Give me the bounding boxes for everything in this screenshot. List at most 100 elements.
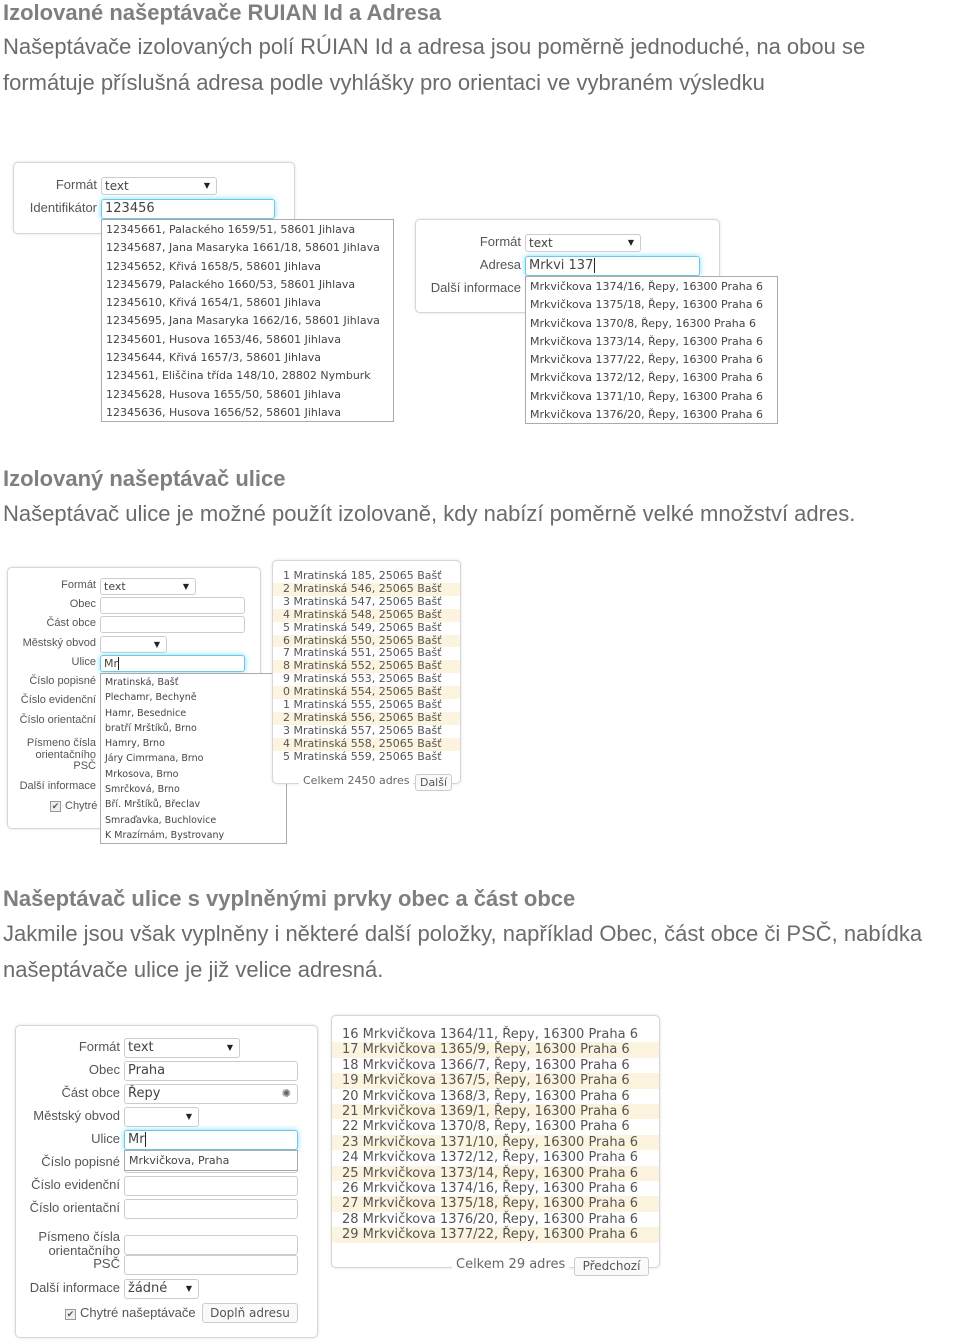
result-row[interactable]: 26 Mrkvičkova 1374/16, Řepy, 16300 Praha… (332, 1181, 659, 1196)
section2-heading: Izolovaný našeptávač ulice (3, 466, 286, 491)
address-input[interactable]: Mrkvi 137​ (525, 256, 700, 276)
field-label: Formát (78, 1039, 120, 1054)
dropdown-arrow-icon: ▼ (153, 640, 160, 649)
suggestion-item[interactable]: Járy Cimrmana, Brno (101, 751, 286, 766)
address-suggestions: Mrkvičkova 1374/16, Řepy, 16300 Praha 6M… (525, 276, 778, 424)
checkbox-label: Chytré našeptávače (80, 1305, 196, 1320)
result-row[interactable]: 18 Mrkvičkova 1366/7, Řepy, 16300 Praha … (332, 1058, 659, 1073)
results-total: Celkem 29 adres (452, 1257, 570, 1272)
suggestion-item[interactable]: 12345687, Jana Masaryka 1661/18, 58601 J… (102, 239, 393, 257)
info-label: Další informace (430, 280, 521, 295)
result-row[interactable]: 28 Mrkvičkova 1376/20, Řepy, 16300 Praha… (332, 1212, 659, 1227)
suggestion-item[interactable]: Plechamr, Bechyně (101, 690, 286, 705)
suggestion-item[interactable]: Mrkvičkova 1370/8, Řepy, 16300 Praha 6 (526, 315, 777, 333)
suggestion-item[interactable]: 12345610, Křivá 1654/1, 58601 Jihlava (102, 294, 393, 312)
result-row[interactable]: 2 Mratinská 546, 25065 Bašť (273, 582, 460, 596)
suggestion-item[interactable]: Hamry, Brno (101, 736, 286, 751)
text-input[interactable] (100, 616, 245, 633)
text-cursor: ​ (144, 1132, 146, 1147)
result-row[interactable]: 5 Mratinská 549, 25065 Bašť (273, 621, 460, 635)
suggestion-item[interactable]: Mrkvičkova 1377/22, Řepy, 16300 Praha 6 (526, 351, 777, 369)
result-row[interactable]: 19 Mrkvičkova 1367/5, Řepy, 16300 Praha … (332, 1073, 659, 1089)
format-label: Formát (479, 234, 521, 249)
select-field[interactable]: ▼ (124, 1107, 199, 1127)
result-row[interactable]: 25 Mrkvičkova 1373/14, Řepy, 16300 Praha… (332, 1165, 659, 1182)
street-suggestions: Mrkvičkova, Praha (124, 1150, 298, 1171)
result-row[interactable]: 4 Mratinská 558, 25065 Bašť (273, 737, 460, 751)
result-row[interactable]: 23 Mrkvičkova 1371/10, Řepy, 16300 Praha… (332, 1134, 659, 1151)
result-row[interactable]: 21 Mrkvičkova 1369/1, Řepy, 16300 Praha … (332, 1104, 659, 1120)
suggestion-item[interactable]: Mrkvičkova 1375/18, Řepy, 16300 Praha 6 (526, 296, 777, 314)
suggestion-item[interactable]: 12345636, Husova 1656/52, 58601 Jihlava (102, 404, 393, 422)
field-label: Ulice (91, 1131, 120, 1146)
suggestion-item[interactable]: Smraďavka, Buchlovice (101, 813, 286, 828)
result-row[interactable]: 22 Mrkvičkova 1370/8, Řepy, 16300 Praha … (332, 1119, 659, 1134)
result-row[interactable]: 27 Mrkvičkova 1375/18, Řepy, 16300 Praha… (332, 1196, 659, 1212)
result-row[interactable]: 2 Mratinská 556, 25065 Bašť (273, 711, 460, 725)
suggestion-item[interactable]: bratří Mrštíků, Brno (101, 721, 286, 736)
fill-address-button[interactable]: Doplň adresu (202, 1303, 298, 1323)
text-input[interactable]: Řepy ✺ (124, 1084, 298, 1104)
suggestion-item[interactable]: Bří. Mrštíků, Břeclav (101, 797, 286, 812)
result-row[interactable]: 3 Mratinská 547, 25065 Bašť (273, 595, 460, 609)
suggestion-item[interactable]: 12345644, Křivá 1657/3, 58601 Jihlava (102, 349, 393, 367)
suggestion-item[interactable]: 12345652, Křivá 1658/5, 58601 Jihlava (102, 258, 393, 276)
text-input[interactable]: Mr​ (124, 1130, 298, 1150)
suggestion-item[interactable]: Mrkvičkova 1371/10, Řepy, 16300 Praha 6 (526, 388, 777, 406)
result-row[interactable]: 24 Mrkvičkova 1372/12, Řepy, 16300 Praha… (332, 1150, 659, 1165)
suggestion-item[interactable]: 12345661, Palackého 1659/51, 58601 Jihla… (102, 221, 393, 239)
smart-suggest-checkbox[interactable]: ✔ Chytré (50, 800, 97, 813)
street-results-panel: 1 Mratinská 185, 25065 Bašť 2 Mratinská 5… (272, 560, 461, 784)
select-field[interactable]: ▼ (100, 636, 167, 653)
suggestion-item[interactable]: 12345695, Jana Masaryka 1662/16, 58601 J… (102, 312, 393, 330)
suggestion-item[interactable]: Mrkvičkova 1376/20, Řepy, 16300 Praha 6 (526, 406, 777, 424)
smart-suggest-checkbox[interactable]: ✔ Chytré našeptávače (65, 1306, 196, 1320)
suggestion-item[interactable]: K Mrazírnám, Bystrovany (101, 828, 286, 843)
format-select[interactable]: text ▼ (525, 234, 641, 252)
field-label: Ulice (71, 656, 96, 668)
suggestion-item[interactable]: 1234561, Eliščina třída 148/10, 28802 Ny… (102, 367, 393, 385)
result-row[interactable]: 4 Mratinská 548, 25065 Bašť (273, 608, 460, 622)
suggestion-item[interactable]: Hamr, Besednice (101, 706, 286, 721)
previous-button[interactable]: Předchozí (574, 1257, 649, 1276)
result-row[interactable]: 29 Mrkvičkova 1377/22, Řepy, 16300 Praha… (332, 1227, 659, 1243)
result-row[interactable]: 5 Mratinská 559, 25065 Bašť (273, 750, 460, 764)
text-input[interactable] (124, 1255, 298, 1275)
section3-heading: Našeptávač ulice s vyplněnými prvky obec… (3, 886, 576, 911)
select-field[interactable]: text ▼ (100, 578, 196, 595)
suggestion-item[interactable]: Smrčková, Brno (101, 782, 286, 797)
result-row[interactable]: 3 Mratinská 557, 25065 Bašť (273, 724, 460, 738)
suggestion-item[interactable]: Mrkvičkova 1374/16, Řepy, 16300 Praha 6 (526, 278, 777, 296)
address-input-value: Mrkvi 137 (529, 258, 594, 273)
format-select[interactable]: text ▼ (101, 177, 217, 195)
result-row[interactable]: 20 Mrkvičkova 1368/3, Řepy, 16300 Praha … (332, 1089, 659, 1104)
result-row[interactable]: 16 Mrkvičkova 1364/11, Řepy, 16300 Praha… (332, 1027, 659, 1042)
text-input[interactable] (124, 1176, 298, 1196)
suggestion-item[interactable]: Mratinská, Bašť (101, 675, 286, 690)
result-row[interactable]: 1 Mratinská 185, 25065 Bašť (273, 569, 460, 583)
checkbox-checked-icon[interactable]: ✔ (50, 801, 61, 812)
section2-paragraph: Našeptávač ulice je možné použít izolova… (3, 501, 856, 526)
identifier-input[interactable]: 123456 (101, 199, 275, 219)
text-input[interactable]: Mr​ (100, 655, 245, 672)
select-field[interactable]: text ▼ (124, 1038, 240, 1058)
field-label: Část obce (61, 1085, 120, 1100)
select-field[interactable]: žádné ▼ (124, 1279, 199, 1299)
field-label: Číslo evidenční (31, 1177, 120, 1192)
identifier-suggestions: 12345661, Palackého 1659/51, 58601 Jihla… (101, 219, 394, 422)
next-button[interactable]: Další (415, 774, 452, 791)
suggestion-item[interactable]: 12345628, Husova 1655/50, 58601 Jihlava (102, 386, 393, 404)
checkbox-checked-icon[interactable]: ✔ (65, 1309, 76, 1320)
text-input[interactable]: Praha (124, 1061, 298, 1081)
suggestion-item[interactable]: Mrkvičkova, Praha (125, 1152, 297, 1170)
suggestion-item[interactable]: Mrkosova, Brno (101, 767, 286, 782)
suggestion-item[interactable]: Mrkvičkova 1372/12, Řepy, 16300 Praha 6 (526, 369, 777, 387)
suggestion-item[interactable]: Mrkvičkova 1373/14, Řepy, 16300 Praha 6 (526, 333, 777, 351)
text-input[interactable] (124, 1199, 298, 1219)
text-input[interactable] (100, 597, 245, 614)
text-input[interactable] (124, 1235, 298, 1255)
field-label: Další informace (19, 780, 96, 792)
suggestion-item[interactable]: 12345679, Palackého 1660/53, 58601 Jihla… (102, 276, 393, 294)
suggestion-item[interactable]: 12345601, Husova 1653/46, 58601 Jihlava (102, 331, 393, 349)
result-row[interactable]: 17 Mrkvičkova 1365/9, Řepy, 16300 Praha … (332, 1042, 659, 1058)
